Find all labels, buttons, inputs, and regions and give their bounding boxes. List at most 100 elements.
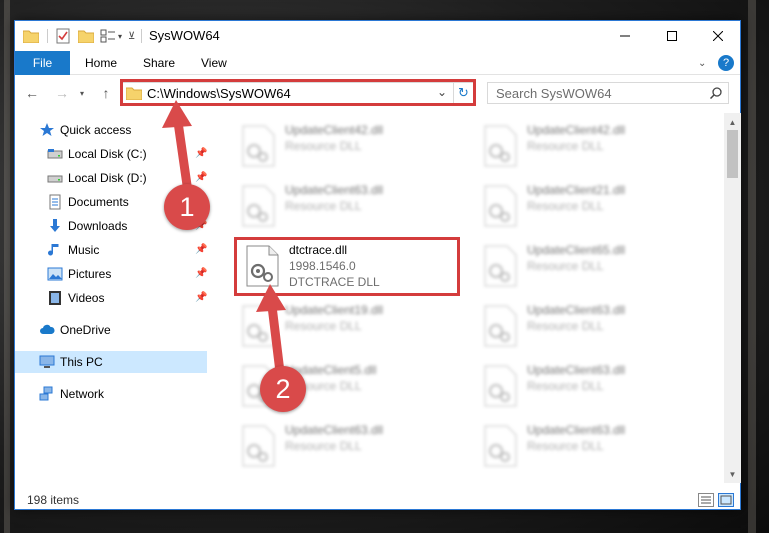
pin-icon: 📌 [195, 244, 208, 255]
file-explorer-window: ▾ ⊻ SysWOW64 File Home Share View ⌄ ? ← … [14, 20, 741, 510]
file-type: Resource DLL [527, 439, 604, 453]
search-icon [710, 87, 722, 99]
file-item[interactable]: UpdateClient63.dll Resource DLL [475, 357, 705, 413]
up-button[interactable]: ↑ [97, 84, 115, 102]
file-name: UpdateClient63.dll [285, 423, 384, 437]
wallpaper-streak [4, 0, 10, 533]
maximize-button[interactable] [649, 21, 695, 51]
sidebar-item-videos[interactable]: Videos 📌 [15, 287, 207, 309]
customize-toolbar-icon[interactable]: ⊻ [128, 31, 135, 42]
file-name: UpdateClient63.dll [527, 303, 626, 317]
dll-file-icon [242, 425, 275, 467]
file-item[interactable]: UpdateClient65.dll Resource DLL [475, 237, 705, 293]
file-type: DTCTRACE DLL [289, 275, 380, 289]
tab-share[interactable]: Share [143, 51, 175, 75]
sidebar-item-this-pc[interactable]: This PC [15, 351, 207, 373]
sidebar-item-quick-access[interactable]: Quick access [15, 119, 207, 141]
forward-button[interactable]: → [53, 84, 71, 102]
file-item[interactable]: UpdateClient63.dll Resource DLL [233, 177, 463, 233]
file-name: UpdateClient63.dll [527, 423, 626, 437]
pictures-icon [47, 267, 63, 281]
maximize-icon [667, 31, 677, 41]
window-title: SysWOW64 [149, 28, 220, 43]
recent-locations-button[interactable]: ▾ [73, 84, 91, 102]
details-view-button[interactable] [698, 493, 714, 507]
tab-home[interactable]: Home [85, 51, 117, 75]
minimize-icon [620, 35, 630, 37]
computer-icon [39, 355, 55, 368]
dll-file-icon [484, 185, 517, 227]
file-name: UpdateClient42.dll [285, 123, 384, 137]
drive-icon [47, 175, 63, 183]
folder-icon [126, 87, 142, 100]
file-item[interactable]: UpdateClient42.dll Resource DLL [233, 117, 463, 173]
large-icons-view-icon [720, 495, 732, 505]
arrow-up-icon: ↑ [102, 85, 110, 101]
vertical-scrollbar[interactable]: ▲ ▼ [724, 113, 741, 483]
sidebar-item-label: Videos [68, 291, 105, 305]
file-type: Resource DLL [285, 319, 362, 333]
address-bar[interactable]: C:\Windows\SysWOW64 ⌄ ↻ [120, 82, 474, 104]
file-name: UpdateClient21.dll [527, 183, 626, 197]
callout-step-2: 2 [260, 366, 306, 412]
sidebar-item-local-disk-c[interactable]: Local Disk (C:) 📌 [15, 143, 207, 165]
sidebar-item-music[interactable]: Music 📌 [15, 239, 207, 261]
scroll-up-icon[interactable]: ▲ [727, 115, 738, 129]
scroll-thumb[interactable] [727, 130, 738, 178]
file-item[interactable]: UpdateClient19.dll Resource DLL [233, 297, 463, 353]
pin-icon: 📌 [195, 148, 208, 159]
file-list: UpdateClient42.dll Resource DLL UpdateCl… [223, 113, 723, 483]
file-version: 1998.1546.0 [289, 259, 356, 273]
file-item[interactable]: UpdateClient42.dll Resource DLL [475, 117, 705, 173]
navigation-pane: Quick access Local Disk (C:) 📌 Local Dis… [15, 113, 207, 483]
dll-file-icon [484, 425, 517, 467]
cloud-icon [40, 324, 55, 334]
dll-file-icon [242, 185, 275, 227]
sidebar-item-label: Network [60, 387, 105, 401]
item-count: 198 items [27, 493, 80, 507]
documents-icon [49, 194, 61, 210]
sidebar-item-label: Music [68, 243, 100, 257]
file-item-dtctrace[interactable]: dtctrace.dll 1998.1546.0 DTCTRACE DLL [237, 237, 467, 293]
view-options-icon[interactable] [100, 29, 116, 43]
close-button[interactable] [695, 21, 741, 51]
search-input[interactable]: Search SysWOW64 [487, 82, 729, 104]
dll-file-icon [242, 305, 275, 347]
dll-file-icon [484, 245, 517, 287]
pin-icon: 📌 [195, 268, 208, 279]
file-item[interactable]: UpdateClient63.dll Resource DLL [475, 417, 705, 473]
chevron-down-icon: ▾ [79, 88, 84, 98]
address-divider [453, 83, 454, 103]
file-item[interactable]: UpdateClient63.dll Resource DLL [233, 417, 463, 473]
chevron-down-icon[interactable]: ⌄ [437, 85, 447, 99]
minimize-button[interactable] [602, 21, 648, 51]
sidebar-item-network[interactable]: Network [15, 383, 207, 405]
new-folder-icon[interactable] [78, 29, 94, 43]
refresh-icon[interactable]: ↻ [458, 85, 469, 101]
tab-view[interactable]: View [201, 51, 227, 75]
back-button[interactable]: ← [23, 84, 41, 102]
address-path[interactable]: C:\Windows\SysWOW64 [147, 86, 291, 101]
properties-icon[interactable] [56, 28, 70, 44]
file-name: dtctrace.dll [289, 243, 348, 257]
navigation-bar: ← → ▾ ↑ C:\Windows\SysWOW64 ⌄ ↻ Search S… [15, 76, 740, 110]
search-placeholder: Search SysWOW64 [496, 86, 612, 101]
sidebar-item-pictures[interactable]: Pictures 📌 [15, 263, 207, 285]
sidebar-item-onedrive[interactable]: OneDrive [15, 319, 207, 341]
file-item[interactable]: UpdateClient63.dll Resource DLL [475, 297, 705, 353]
file-type: Resource DLL [527, 379, 604, 393]
arrow-right-icon: → [55, 85, 69, 101]
drive-icon [47, 149, 63, 159]
expand-ribbon-icon[interactable]: ⌄ [698, 51, 706, 75]
chevron-down-icon[interactable]: ▾ [118, 32, 122, 41]
large-icons-view-button[interactable] [718, 493, 734, 507]
details-view-icon [701, 496, 711, 504]
sidebar-item-label: Downloads [68, 219, 128, 233]
scroll-down-icon[interactable]: ▼ [727, 467, 738, 481]
file-type: Resource DLL [527, 319, 604, 333]
help-icon[interactable]: ? [718, 55, 734, 71]
sidebar-item-label: This PC [60, 355, 103, 369]
file-item[interactable]: UpdateClient21.dll Resource DLL [475, 177, 705, 233]
tab-file[interactable]: File [15, 51, 70, 75]
folder-icon [23, 30, 39, 43]
